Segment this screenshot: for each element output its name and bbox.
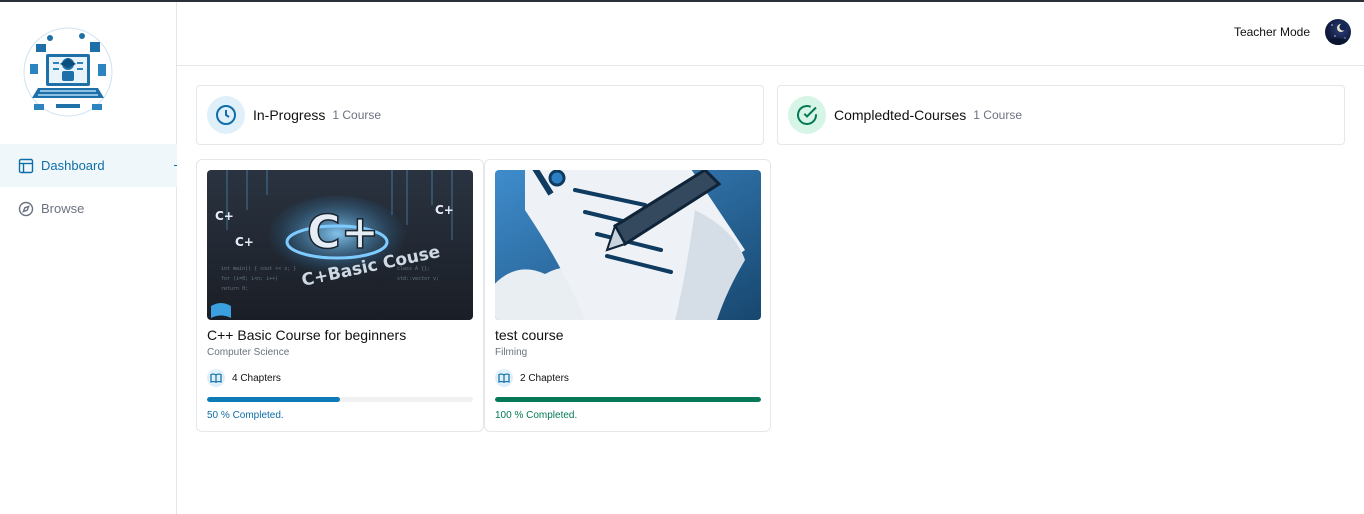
sidebar: Dashboard Browse (0, 2, 177, 514)
chapters-count: 4 Chapters (232, 372, 281, 384)
thumbnail-logo-text: C+ (307, 205, 379, 259)
course-thumbnail (495, 170, 761, 320)
in-progress-title: In-Progress (253, 107, 326, 123)
logo[interactable] (20, 24, 116, 120)
completed-courses-title: Compledted-Courses (834, 107, 967, 123)
chapters-info: 2 Chapters (495, 369, 569, 387)
svg-text:class A {};: class A {}; (397, 266, 430, 272)
chapters-info: 4 Chapters (207, 369, 281, 387)
svg-text:C+: C+ (235, 235, 254, 249)
user-avatar[interactable] (1325, 19, 1351, 45)
sidebar-item-label: Dashboard (41, 158, 105, 173)
sidebar-item-dashboard[interactable]: Dashboard (0, 144, 177, 187)
sidebar-item-browse[interactable]: Browse (0, 187, 177, 230)
progress-fill (207, 397, 340, 402)
completed-courses-card: Compledted-Courses 1 Course (777, 85, 1345, 145)
course-title: test course (495, 327, 564, 343)
course-card[interactable]: C+ C+Basic Couse C+ C+ C+ int main() { c… (196, 159, 484, 432)
progress-fill (495, 397, 761, 402)
progress-bar (207, 397, 473, 402)
progress-bar (495, 397, 761, 402)
in-progress-count: 1 Course (332, 108, 382, 122)
progress-text: 100 % Completed. (495, 410, 578, 421)
svg-text:C+: C+ (435, 203, 454, 217)
course-category: Computer Science (207, 347, 290, 358)
course-title: C++ Basic Course for beginners (207, 327, 407, 343)
completed-courses-count: 1 Course (973, 108, 1022, 122)
teacher-mode-button[interactable]: Teacher Mode (1234, 25, 1310, 39)
book-open-icon (495, 369, 513, 387)
clock-icon (207, 96, 245, 134)
svg-text:C+: C+ (215, 209, 234, 223)
svg-text:return 0;: return 0; (221, 286, 248, 292)
svg-text:std::vector v;: std::vector v; (397, 276, 439, 282)
course-category: Filming (495, 347, 528, 358)
course-thumbnail: C+ C+Basic Couse C+ C+ C+ int main() { c… (207, 170, 473, 320)
top-navbar: Teacher Mode (177, 2, 1364, 66)
book-open-icon (207, 369, 225, 387)
check-circle-icon (788, 96, 826, 134)
progress-text: 50 % Completed. (207, 410, 284, 421)
chapters-count: 2 Chapters (520, 372, 569, 384)
compass-icon (18, 201, 34, 217)
document-pen-icon (495, 170, 761, 320)
sidebar-item-label: Browse (41, 201, 85, 216)
in-progress-card: In-Progress 1 Course (196, 85, 764, 145)
svg-text:int main() { cout << x; }: int main() { cout << x; } (221, 266, 296, 272)
layout-icon (18, 158, 34, 174)
svg-text:for (i=0; i<n; i++): for (i=0; i<n; i++) (221, 276, 278, 282)
course-card[interactable]: test course Filming 2 Chapters 100 % Com… (484, 159, 771, 432)
